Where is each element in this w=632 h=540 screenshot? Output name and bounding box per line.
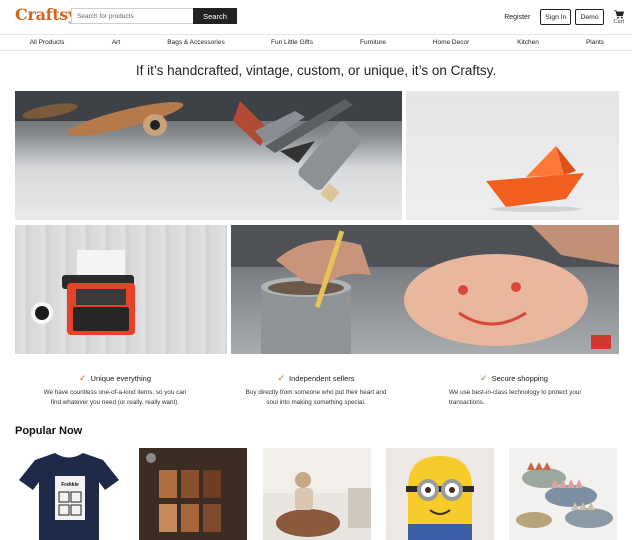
feature-secure-shopping: ✓ Secure shopping We use best-in-class t… xyxy=(419,374,609,408)
header-actions: Register Sign In Demo Cart xyxy=(504,8,624,26)
product-card-minion-toy[interactable] xyxy=(386,448,494,540)
hero-photo-painting xyxy=(231,225,619,354)
nav-item-kitchen[interactable]: Kitchen xyxy=(517,39,539,46)
check-icon: ✓ xyxy=(480,373,488,383)
nav-item-home-decor[interactable]: Home Decor xyxy=(433,39,469,46)
demo-button[interactable]: Demo xyxy=(575,9,604,25)
feature-desc-line: soul into making something special. xyxy=(266,399,366,406)
feature-title: Independent sellers xyxy=(289,374,355,383)
popular-now-heading: Popular Now xyxy=(15,425,83,437)
feature-unique-everything: ✓ Unique everything We have countless on… xyxy=(17,374,213,408)
hero-photo-typewriter xyxy=(15,225,227,354)
feature-independent-sellers: ✓ Independent sellers Buy directly from … xyxy=(218,374,414,408)
product-card-leather-goods[interactable] xyxy=(139,448,247,540)
hero-tagline: If it’s handcrafted, vintage, custom, or… xyxy=(135,63,497,78)
cart-label: Cart xyxy=(613,18,624,25)
feature-title: Unique everything xyxy=(90,374,151,383)
check-icon: ✓ xyxy=(277,373,286,383)
cart-button[interactable]: Cart xyxy=(613,9,624,25)
hero-photo-tools xyxy=(15,91,402,220)
category-nav: All Products Art Bags & Accessories Fun … xyxy=(0,34,632,51)
product-card-dinosaur-toys[interactable] xyxy=(509,448,617,540)
nav-item-art[interactable]: Art xyxy=(112,39,120,46)
nav-item-plants[interactable]: Plants xyxy=(586,39,604,46)
register-link[interactable]: Register xyxy=(504,14,530,21)
feature-title: Secure shopping xyxy=(491,374,548,383)
site-header: Craftsy Search Register Sign In Demo Car… xyxy=(0,0,632,34)
sign-in-button[interactable]: Sign In xyxy=(540,9,572,25)
check-icon: ✓ xyxy=(78,373,87,383)
search-button[interactable]: Search xyxy=(193,8,237,24)
nav-item-fun-little-gifts[interactable]: Fun Little Gifts xyxy=(271,39,313,46)
nav-item-bags-accessories[interactable]: Bags & Accessories xyxy=(167,39,224,46)
feature-desc-line: transactions. xyxy=(449,399,485,406)
hero-photo-paper-boat xyxy=(406,91,619,220)
feature-desc-line: We use best-in-class technology to prote… xyxy=(449,389,582,396)
craftsy-logo[interactable]: Craftsy xyxy=(15,5,77,24)
tshirt-print-text: Frekkle xyxy=(61,482,79,488)
feature-desc-line: Buy directly from someone who put their … xyxy=(245,389,387,396)
feature-desc-line: We have countless one-of-a-kind items, s… xyxy=(43,389,187,396)
nav-item-furniture[interactable]: Furniture xyxy=(360,39,386,46)
nav-item-all-products[interactable]: All Products xyxy=(30,39,65,46)
search-bar: Search xyxy=(71,8,237,24)
product-card-tshirt[interactable]: Frekkle xyxy=(15,448,123,540)
product-card-child-furniture[interactable] xyxy=(263,448,371,540)
feature-desc-line: find whatever you need (or really, reall… xyxy=(50,399,180,406)
cart-icon xyxy=(614,9,624,19)
search-input[interactable] xyxy=(71,8,193,24)
